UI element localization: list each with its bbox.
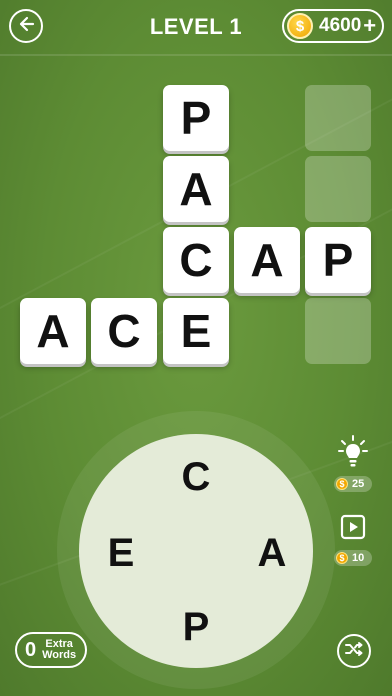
top-bar: LEVEL 1 $ 4600 +: [0, 0, 392, 54]
shuffle-button[interactable]: [337, 634, 371, 668]
lightbulb-icon: [338, 434, 368, 474]
empty-grid-tile: [305, 298, 371, 364]
video-reward: $ 10: [334, 550, 372, 566]
coin-icon: $: [336, 552, 348, 564]
empty-grid-tile: [305, 156, 371, 222]
hint-button[interactable]: [337, 434, 369, 474]
play-video-icon: [340, 514, 366, 545]
wheel-letter-bottom[interactable]: P: [171, 602, 221, 652]
hint-cost: $ 25: [334, 476, 372, 492]
coin-balance-button[interactable]: $ 4600 +: [282, 9, 384, 43]
grid-tile: P: [305, 227, 371, 293]
coin-symbol: $: [339, 553, 345, 563]
extra-words-count: 0: [25, 638, 37, 661]
grid-tile: A: [20, 298, 86, 364]
coin-symbol: $: [339, 479, 345, 489]
video-reward-value: 10: [352, 552, 365, 564]
extra-words-label: Extra Words: [42, 639, 76, 661]
letter-wheel: C A P E: [79, 434, 313, 668]
wheel-letter-right[interactable]: A: [247, 528, 297, 578]
shuffle-icon: [344, 639, 364, 664]
grid-tile: P: [163, 85, 229, 151]
watch-video-button[interactable]: [339, 514, 367, 545]
header-divider: [0, 54, 392, 56]
extra-words-label-line2: Words: [42, 649, 77, 661]
grid-tile: A: [234, 227, 300, 293]
hint-cost-value: 25: [352, 478, 365, 490]
grid-tile: C: [163, 227, 229, 293]
grid-tile: A: [163, 156, 229, 222]
grid-tile: C: [91, 298, 157, 364]
coin-icon: $: [336, 478, 348, 490]
coin-count: 4600: [319, 15, 362, 36]
coin-symbol: $: [295, 17, 305, 35]
empty-grid-tile: [305, 85, 371, 151]
coin-icon: $: [287, 13, 313, 39]
plus-icon: +: [363, 13, 377, 38]
wheel-letter-left[interactable]: E: [96, 528, 146, 578]
grid-tile: E: [163, 298, 229, 364]
wheel-letter-top[interactable]: C: [171, 452, 221, 502]
extra-words-button[interactable]: 0 Extra Words: [15, 632, 87, 668]
